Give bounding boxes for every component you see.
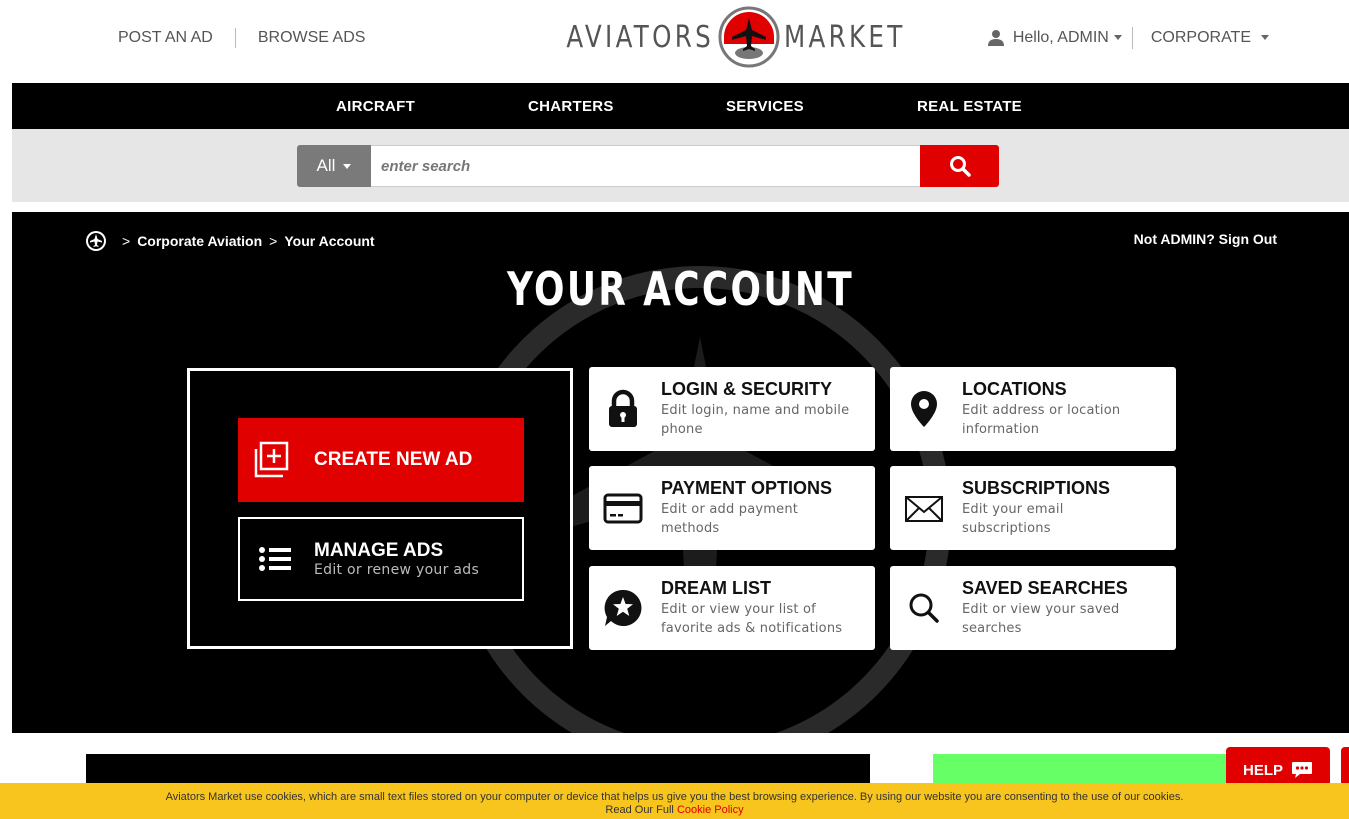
chevron-down-icon xyxy=(1113,35,1122,41)
manage-ads-subtitle: Edit or renew your ads xyxy=(314,562,480,578)
card-text: PAYMENT OPTIONS Edit or add payment meth… xyxy=(661,466,832,550)
divider xyxy=(234,28,236,48)
card-subtitle-line-1: Edit or view your list of xyxy=(661,602,816,617)
manage-ads-button[interactable]: MANAGE ADS Edit or renew your ads xyxy=(238,517,524,601)
breadcrumb-separator: > xyxy=(269,233,278,249)
card-subtitle-line-2: methods xyxy=(661,521,720,536)
help-label: HELP xyxy=(1242,761,1283,779)
card-locations[interactable]: LOCATIONS Edit address or location infor… xyxy=(890,367,1176,451)
card-subscriptions[interactable]: SUBSCRIPTIONS Edit your email subscripti… xyxy=(890,466,1176,550)
search-scope-label: All xyxy=(316,156,336,175)
sign-out-link[interactable]: Not ADMIN? Sign Out xyxy=(1134,231,1277,247)
site-logo[interactable]: AVIATORS MARKET xyxy=(534,6,932,68)
greeting-text: Hello, ADMIN xyxy=(1012,29,1109,46)
list-icon xyxy=(259,547,291,571)
account-menu[interactable]: Hello, ADMIN xyxy=(1013,29,1122,47)
search-input[interactable] xyxy=(371,145,921,187)
magnifier-icon xyxy=(909,593,939,623)
cookie-banner: Aviators Market use cookies, which are s… xyxy=(0,783,1349,819)
card-dream-list[interactable]: DREAM LIST Edit or view your list of fav… xyxy=(589,566,875,650)
divider xyxy=(1131,27,1133,49)
card-subtitle-line-1: Edit login, name and mobile xyxy=(661,403,850,418)
lock-icon xyxy=(609,389,637,427)
nav-item-aircraft[interactable]: AIRCRAFT xyxy=(336,98,415,115)
airplane-emblem-icon xyxy=(718,6,780,68)
nav-item-charters[interactable]: CHARTERS xyxy=(528,98,614,115)
cookie-text: Aviators Market use cookies, which are s… xyxy=(165,791,1184,803)
home-logo-icon[interactable] xyxy=(85,230,107,252)
card-subtitle-line-2: subscriptions xyxy=(962,521,1051,536)
card-title: LOCATIONS xyxy=(962,379,1067,399)
card-text: LOGIN & SECURITY Edit login, name and mo… xyxy=(661,367,849,451)
nav-item-real-estate[interactable]: REAL ESTATE xyxy=(917,98,1022,115)
card-title: LOGIN & SECURITY xyxy=(661,379,833,399)
card-title: SAVED SEARCHES xyxy=(962,578,1128,598)
create-new-ad-button[interactable]: CREATE NEW AD xyxy=(238,418,524,502)
star-bubble-icon xyxy=(604,589,642,626)
logo-word-left: AVIATORS xyxy=(566,19,714,55)
ads-panel: CREATE NEW AD MANAGE ADS Edit or renew y… xyxy=(187,368,573,649)
breadcrumb-your-account: Your Account xyxy=(284,233,375,249)
chevron-down-icon xyxy=(343,163,352,169)
map-pin-icon xyxy=(911,391,937,427)
search-button[interactable] xyxy=(920,145,999,187)
cookie-prefix: Read Our Full xyxy=(605,804,674,816)
card-subtitle-line-1: Edit or view your saved xyxy=(962,602,1120,617)
search-icon xyxy=(949,156,971,177)
breadcrumb: > Corporate Aviation > Your Account xyxy=(85,230,375,252)
nav-item-services[interactable]: SERVICES xyxy=(726,98,804,115)
cookie-policy-link[interactable]: Cookie Policy xyxy=(677,804,744,816)
card-subtitle-line-2: searches xyxy=(962,621,1022,636)
chevron-down-icon xyxy=(1261,35,1269,41)
card-text: SUBSCRIPTIONS Edit your email subscripti… xyxy=(962,466,1110,550)
post-ad-link[interactable]: POST AN AD xyxy=(118,29,213,47)
breadcrumb-separator: > xyxy=(122,233,131,249)
card-title: PAYMENT OPTIONS xyxy=(661,478,833,498)
add-document-icon xyxy=(254,441,289,478)
manage-ads-label: MANAGE ADS xyxy=(314,540,444,561)
top-nav-left: POST AN AD BROWSE ADS xyxy=(118,28,365,48)
manage-ads-text: MANAGE ADS Edit or renew your ads xyxy=(314,540,479,578)
user-icon xyxy=(987,30,1004,46)
credit-card-icon xyxy=(603,493,643,524)
card-subtitle-line-1: Edit or add payment xyxy=(661,502,799,517)
page-title: YOUR ACCOUNT xyxy=(506,262,855,316)
card-login-security[interactable]: LOGIN & SECURITY Edit login, name and mo… xyxy=(589,367,875,451)
card-title: DREAM LIST xyxy=(661,578,771,598)
card-subtitle-line-1: Edit address or location xyxy=(962,403,1121,418)
category-nav: AIRCRAFT CHARTERS SERVICES REAL ESTATE xyxy=(12,83,1349,129)
envelope-icon xyxy=(905,496,943,522)
card-subtitle-line-2: phone xyxy=(661,422,703,437)
card-saved-searches[interactable]: SAVED SEARCHES Edit or view your saved s… xyxy=(890,566,1176,650)
section-text: CORPORATE xyxy=(1150,29,1251,46)
top-nav-right: Hello, ADMIN CORPORATE xyxy=(987,27,1269,49)
card-subtitle-line-2: favorite ads & notifications xyxy=(661,621,843,636)
card-title: SUBSCRIPTIONS xyxy=(962,478,1111,498)
card-text: SAVED SEARCHES Edit or view your saved s… xyxy=(962,566,1128,650)
browse-ads-link[interactable]: BROWSE ADS xyxy=(258,29,366,47)
create-new-ad-label: CREATE NEW AD xyxy=(314,449,473,470)
cookie-policy-line: Read Our Full Cookie Policy xyxy=(0,804,1349,817)
section-menu[interactable]: CORPORATE xyxy=(1151,29,1269,47)
chat-bubble-icon xyxy=(1292,762,1312,778)
account-hero: > Corporate Aviation > Your Account Not … xyxy=(12,212,1349,733)
logo-word-right: MARKET xyxy=(784,19,906,55)
card-text: DREAM LIST Edit or view your list of fav… xyxy=(661,566,842,650)
page: POST AN AD BROWSE ADS AVIATORS MARKET He… xyxy=(0,0,1349,819)
top-header: POST AN AD BROWSE ADS AVIATORS MARKET He… xyxy=(0,0,1349,83)
card-subtitle-line-2: information xyxy=(962,422,1040,437)
card-subtitle-line-1: Edit your email xyxy=(962,502,1064,517)
card-text: LOCATIONS Edit address or location infor… xyxy=(962,367,1120,451)
search-scope-select[interactable]: All xyxy=(297,145,371,187)
breadcrumb-corporate-aviation[interactable]: Corporate Aviation xyxy=(137,233,262,249)
card-payment-options[interactable]: PAYMENT OPTIONS Edit or add payment meth… xyxy=(589,466,875,550)
